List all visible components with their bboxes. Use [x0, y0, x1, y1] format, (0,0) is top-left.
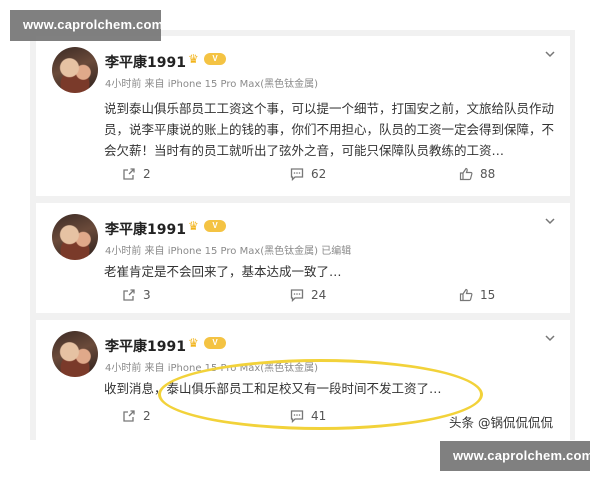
source-credit: 头条 @锅侃侃侃侃	[449, 415, 553, 430]
like-count: 15	[480, 288, 496, 302]
watermark-bottom: www.caprolchem.com	[440, 441, 593, 471]
highlight-ellipse	[158, 359, 483, 430]
chevron-down-icon[interactable]	[544, 48, 556, 60]
post-card[interactable]: 李平康1991 ♛ V 4小时前 来自 iPhone 15 Pro Max(黑色…	[36, 203, 570, 313]
post-text: 说到泰山俱乐部员工工资这个事，可以提一个细节，打国安之前，文旅给队员作动员，说李…	[104, 101, 555, 158]
like-button[interactable]: 88	[459, 167, 495, 181]
edited-label: 已编辑	[321, 246, 352, 257]
comment-icon	[290, 289, 304, 302]
repost-icon	[123, 168, 135, 180]
repost-count: 2	[143, 409, 151, 423]
chevron-down-icon[interactable]	[544, 332, 556, 344]
like-button[interactable]: 15	[459, 288, 495, 302]
avatar[interactable]	[52, 47, 98, 93]
vip-badge: ♛ V	[188, 53, 226, 65]
repost-button[interactable]: 3	[122, 288, 151, 302]
thumbs-up-icon	[459, 288, 473, 302]
author-name[interactable]: 李平康1991	[105, 52, 186, 72]
watermark-top: www.caprolchem.com	[10, 10, 163, 41]
comment-button[interactable]: 62	[290, 167, 326, 181]
post-time-source: 4小时前 来自 iPhone 15 Pro Max(黑色钛金属)	[105, 79, 319, 90]
repost-icon	[123, 289, 135, 301]
level-badge: V	[204, 220, 226, 232]
crown-icon: ♛	[188, 219, 199, 233]
repost-count: 3	[143, 288, 151, 302]
repost-button[interactable]: 2	[122, 409, 151, 423]
post-card[interactable]: 李平康1991 ♛ V 4小时前 来自 iPhone 15 Pro Max(黑色…	[36, 36, 570, 196]
author-name[interactable]: 李平康1991	[105, 219, 186, 239]
repost-icon	[123, 410, 135, 422]
thumbs-up-icon	[459, 167, 473, 181]
chevron-down-icon[interactable]	[544, 215, 556, 227]
level-badge: V	[204, 337, 226, 349]
avatar[interactable]	[52, 331, 98, 377]
post-time-source: 4小时前 来自 iPhone 15 Pro Max(黑色钛金属)	[105, 246, 319, 257]
post-meta: 4小时前 来自 iPhone 15 Pro Max(黑色钛金属)	[105, 75, 318, 90]
post-text: 老崔肯定是不会回来了，基本达成一致了…	[104, 264, 342, 279]
repost-count: 2	[143, 167, 151, 181]
like-count: 88	[480, 167, 496, 181]
comment-button[interactable]: 24	[290, 288, 326, 302]
crown-icon: ♛	[188, 336, 199, 350]
comment-count: 24	[311, 288, 327, 302]
author-name[interactable]: 李平康1991	[105, 336, 186, 356]
avatar[interactable]	[52, 214, 98, 260]
comment-count: 62	[311, 167, 327, 181]
comment-icon	[290, 168, 304, 181]
repost-button[interactable]: 2	[122, 167, 151, 181]
crown-icon: ♛	[188, 52, 199, 66]
vip-badge: ♛ V	[188, 337, 226, 349]
level-badge: V	[204, 53, 226, 65]
vip-badge: ♛ V	[188, 220, 226, 232]
post-meta: 4小时前 来自 iPhone 15 Pro Max(黑色钛金属) 已编辑	[105, 242, 351, 257]
